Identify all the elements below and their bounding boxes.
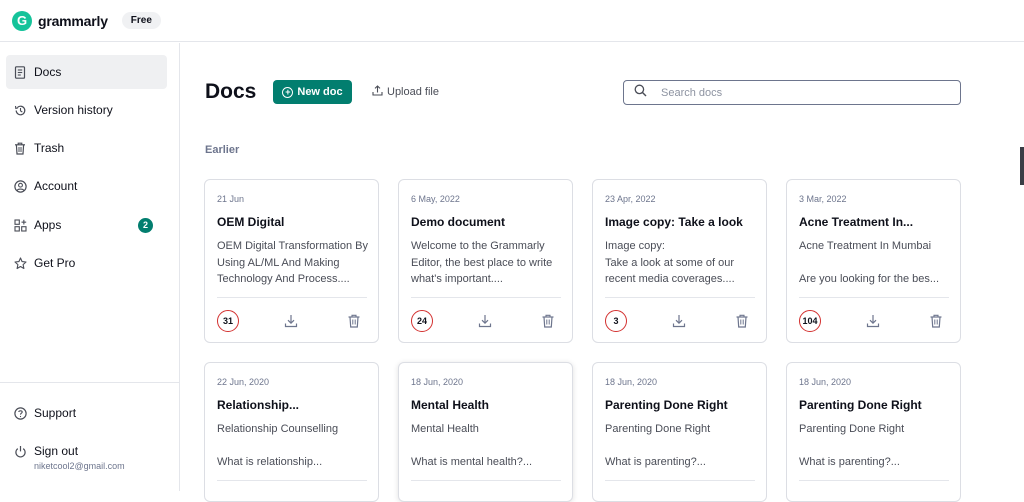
- doc-card[interactable]: 18 Jun, 2020 Mental Health Mental Health…: [398, 362, 573, 502]
- doc-title: Acne Treatment In...: [799, 215, 914, 229]
- grammarly-logo-icon[interactable]: G: [12, 10, 32, 31]
- sidebar-item-apps[interactable]: Apps 2: [6, 208, 167, 242]
- card-divider: [411, 297, 561, 298]
- card-divider: [605, 297, 755, 298]
- doc-preview: Mental Health What is mental health?...: [411, 423, 533, 468]
- account-icon: [13, 179, 27, 193]
- brand-name[interactable]: grammarly: [38, 13, 108, 29]
- doc-title: Parenting Done Right: [799, 398, 922, 412]
- upload-file-label: Upload file: [387, 86, 439, 98]
- sidebar-item-label: Docs: [34, 65, 62, 79]
- score-badge[interactable]: 104: [799, 310, 821, 332]
- doc-card[interactable]: 21 Jun OEM Digital OEM Digital Transform…: [204, 179, 379, 343]
- doc-preview: Acne Treatment In Mumbai Are you looking…: [799, 240, 940, 285]
- doc-date: 22 Jun, 2020: [217, 377, 270, 387]
- doc-preview: Image copy: Take a look at some of our r…: [605, 240, 735, 285]
- doc-card[interactable]: 18 Jun, 2020 Parenting Done Right Parent…: [592, 362, 767, 502]
- card-divider: [799, 297, 949, 298]
- card-divider: [217, 297, 367, 298]
- sign-out-label: Sign out: [34, 444, 79, 458]
- card-divider: [411, 480, 561, 481]
- section-heading-earlier: Earlier: [205, 144, 240, 156]
- sidebar-item-label: Trash: [34, 141, 65, 155]
- doc-card[interactable]: 6 May, 2022 Demo document Welcome to the…: [398, 179, 573, 343]
- doc-date: 18 Jun, 2020: [799, 377, 852, 387]
- plus-circle-icon: +: [282, 86, 294, 98]
- top-bar: G grammarly Free: [0, 0, 1024, 42]
- doc-preview: OEM Digital Transformation By Using AL/M…: [217, 240, 368, 285]
- plan-badge: Free: [121, 12, 161, 29]
- doc-preview: Parenting Done Right What is parenting?.…: [605, 423, 711, 468]
- doc-icon: [13, 65, 27, 79]
- doc-card[interactable]: 22 Jun, 2020 Relationship... Relationshi…: [204, 362, 379, 502]
- trash-icon: [13, 141, 27, 155]
- doc-title: Mental Health: [411, 398, 490, 412]
- upload-icon: [372, 85, 383, 99]
- sidebar-item-account[interactable]: Account: [6, 169, 167, 203]
- doc-card[interactable]: 3 Mar, 2022 Acne Treatment In... Acne Tr…: [786, 179, 961, 343]
- apps-icon: [13, 218, 27, 232]
- doc-preview: Parenting Done Right What is parenting?.…: [799, 423, 905, 468]
- delete-icon[interactable]: [540, 313, 556, 329]
- search-input[interactable]: [661, 86, 911, 99]
- card-divider: [605, 480, 755, 481]
- user-email: niketcool2@gmail.com: [34, 461, 125, 471]
- sidebar-item-docs[interactable]: Docs: [6, 55, 167, 89]
- doc-title: Parenting Done Right: [605, 398, 728, 412]
- doc-preview: Welcome to the Grammarly Editor, the bes…: [411, 240, 553, 285]
- help-icon: [13, 406, 27, 420]
- apps-count-badge: 2: [138, 217, 153, 233]
- search-icon: [634, 84, 647, 102]
- download-icon[interactable]: [865, 313, 881, 329]
- score-badge[interactable]: 31: [217, 310, 239, 332]
- download-icon[interactable]: [283, 313, 299, 329]
- sidebar: Docs Version history Trash Account Apps …: [0, 43, 180, 491]
- doc-date: 3 Mar, 2022: [799, 194, 847, 204]
- doc-date: 21 Jun: [217, 194, 245, 204]
- doc-date: 18 Jun, 2020: [605, 377, 658, 387]
- score-badge[interactable]: 24: [411, 310, 433, 332]
- doc-title: OEM Digital: [217, 215, 285, 229]
- delete-icon[interactable]: [346, 313, 362, 329]
- doc-date: 6 May, 2022: [411, 194, 460, 204]
- sidebar-item-version-history[interactable]: Version history: [6, 93, 167, 127]
- doc-card[interactable]: 23 Apr, 2022 Image copy: Take a look Ima…: [592, 179, 767, 343]
- doc-title: Demo document: [411, 215, 506, 229]
- search-box[interactable]: [623, 80, 961, 105]
- sidebar-divider: [0, 382, 179, 383]
- star-icon: [13, 256, 27, 270]
- history-icon: [13, 103, 27, 117]
- download-icon[interactable]: [671, 313, 687, 329]
- delete-icon[interactable]: [734, 313, 750, 329]
- new-doc-button[interactable]: + New doc: [273, 80, 352, 104]
- download-icon[interactable]: [477, 313, 493, 329]
- delete-icon[interactable]: [928, 313, 944, 329]
- sidebar-item-label: Version history: [34, 103, 113, 117]
- doc-title: Image copy: Take a look: [605, 215, 743, 229]
- score-badge[interactable]: 3: [605, 310, 627, 332]
- power-icon: [13, 444, 27, 458]
- doc-card[interactable]: 18 Jun, 2020 Parenting Done Right Parent…: [786, 362, 961, 502]
- sidebar-item-label: Account: [34, 179, 78, 193]
- sidebar-item-support[interactable]: Support: [6, 396, 167, 430]
- support-label: Support: [34, 406, 77, 420]
- sidebar-item-label: Apps: [34, 218, 62, 232]
- card-divider: [799, 480, 949, 481]
- doc-date: 23 Apr, 2022: [605, 194, 656, 204]
- page-title: Docs: [205, 80, 257, 103]
- doc-preview: Relationship Counselling What is relatio…: [217, 423, 339, 468]
- sidebar-item-get-pro[interactable]: Get Pro: [6, 246, 167, 280]
- doc-date: 18 Jun, 2020: [411, 377, 464, 387]
- upload-file-button[interactable]: Upload file: [372, 85, 439, 99]
- scrollbar-thumb[interactable]: [1020, 147, 1024, 185]
- sidebar-item-label: Get Pro: [34, 256, 76, 270]
- new-doc-label: New doc: [297, 86, 343, 98]
- card-divider: [217, 480, 367, 481]
- sidebar-item-trash[interactable]: Trash: [6, 131, 167, 165]
- doc-title: Relationship...: [217, 398, 300, 412]
